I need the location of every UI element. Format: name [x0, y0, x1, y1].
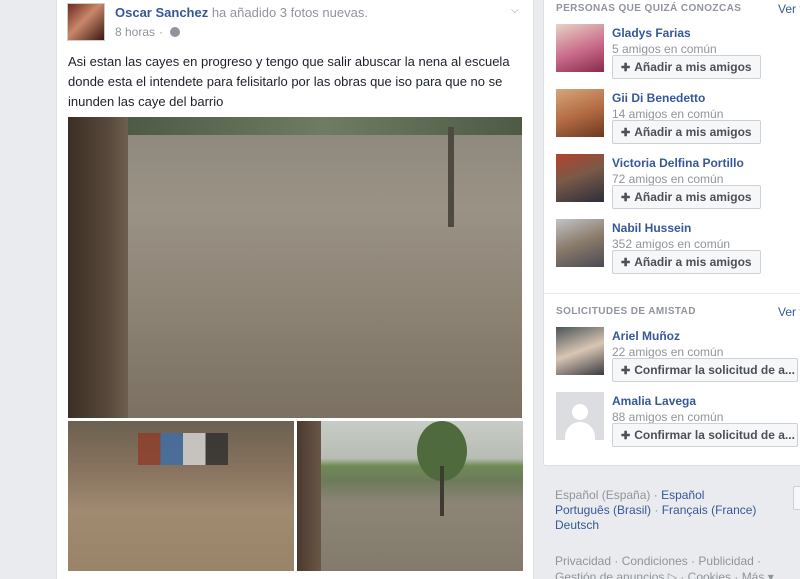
footer-link-ad-choices[interactable]: Gestión de anuncios	[555, 570, 664, 579]
suggestion-name[interactable]: Nabil Hussein	[612, 221, 691, 235]
add-friend-label: Añadir a mis amigos	[634, 60, 752, 74]
post-photo-main[interactable]	[68, 117, 522, 418]
separator: ·	[611, 554, 622, 568]
mutual-friends-count[interactable]: 72 amigos en común	[612, 172, 723, 186]
separator: ·	[676, 570, 688, 579]
separator: ·	[731, 570, 742, 579]
add-friend-icon: ✚	[621, 256, 631, 269]
footer-link-privacy[interactable]: Privacidad	[555, 554, 611, 568]
suggestion-avatar[interactable]	[556, 219, 604, 267]
add-friend-icon: ✚	[621, 364, 631, 377]
mutual-friends-count[interactable]: 88 amigos en común	[612, 410, 723, 424]
footer-link-more[interactable]: Más	[742, 570, 765, 579]
suggestion-name[interactable]: Gladys Farias	[612, 26, 691, 40]
confirm-request-button[interactable]: ✚ Confirmar la solicitud de a...	[612, 358, 798, 382]
suggestion-avatar[interactable]	[556, 89, 604, 137]
people-you-may-know-title: PERSONAS QUE QUIZÁ CONOZCAS	[556, 3, 742, 14]
add-friend-icon: ✚	[621, 191, 631, 204]
add-friend-button[interactable]: ✚ Añadir a mis amigos	[612, 120, 761, 144]
default-avatar-icon	[565, 400, 595, 440]
confirm-request-button[interactable]: ✚ Confirmar la solicitud de a...	[612, 423, 798, 447]
add-friend-button[interactable]: ✚ Añadir a mis amigos	[612, 250, 761, 274]
add-friend-icon: ✚	[621, 61, 631, 74]
post-photo-3[interactable]	[297, 421, 523, 571]
photo-wall-detail	[68, 117, 128, 418]
meta-separator: ·	[159, 25, 164, 39]
suggestion-item: Gii Di Benedetto 14 amigos en común ✚ Aña…	[556, 89, 800, 144]
photo-objects-detail	[138, 433, 228, 465]
friend-requests-title: SOLICITUDES DE AMISTAD	[556, 306, 696, 317]
language-option[interactable]: Français (France)	[662, 503, 757, 517]
language-selector: Español (España) · Español Português (Br…	[543, 474, 800, 536]
language-row-1: Español (España) · Español	[555, 488, 704, 502]
photo-wall-detail	[297, 421, 321, 571]
add-friend-button[interactable]: ✚ Añadir a mis amigos	[612, 55, 761, 79]
friend-request-item: Amalia Lavega 88 amigos en común ✚ Confir…	[556, 392, 800, 447]
mutual-friends-count[interactable]: 352 amigos en común	[612, 237, 730, 251]
right-sidebar: PERSONAS QUE QUIZÁ CONOZCAS Ver t Gladys…	[543, 0, 800, 466]
mutual-friends-count[interactable]: 14 amigos en común	[612, 107, 723, 121]
post-header: Oscar Sanchez ha añadido 3 fotos nuevas.	[115, 5, 368, 20]
footer-link-advertising[interactable]: Publicidad	[698, 554, 753, 568]
add-friend-icon: ✚	[621, 429, 631, 442]
language-option[interactable]: Español	[661, 488, 704, 502]
more-caret-icon[interactable]: ▾	[768, 570, 774, 579]
footer-row-1: Privacidad · Condiciones · Publicidad ·	[555, 553, 800, 569]
confirm-request-label: Confirmar la solicitud de a...	[634, 363, 795, 377]
separator: ·	[687, 554, 699, 568]
post-timestamp[interactable]: 8 horas	[115, 25, 155, 39]
mutual-friends-count[interactable]: 22 amigos en común	[612, 345, 723, 359]
add-friend-label: Añadir a mis amigos	[634, 125, 752, 139]
friend-request-item: Ariel Muñoz 22 amigos en común ✚ Confirma…	[556, 327, 800, 382]
author-avatar[interactable]	[67, 3, 105, 41]
page-footer: Privacidad · Condiciones · Publicidad · …	[555, 553, 800, 579]
requests-see-all-link[interactable]: Ver t	[778, 305, 800, 319]
request-name[interactable]: Amalia Lavega	[612, 394, 696, 408]
ad-choices-icon: ▷	[667, 570, 677, 579]
language-option[interactable]: Deutsch	[555, 518, 599, 532]
more-languages-button[interactable]	[793, 486, 800, 510]
post-photo-2[interactable]	[68, 421, 294, 571]
separator: ·	[650, 488, 662, 502]
language-row-2: Português (Brasil) · Français (France)	[555, 503, 756, 517]
language-option[interactable]: Português (Brasil)	[555, 503, 651, 517]
footer-row-2: Gestión de anuncios ▷ · Cookies · Más ▾	[555, 569, 800, 579]
footer-link-cookies[interactable]: Cookies	[688, 570, 731, 579]
suggestion-name[interactable]: Victoria Delfina Portillo	[612, 156, 744, 170]
news-feed-post: Oscar Sanchez ha añadido 3 fotos nuevas.…	[56, 0, 534, 579]
people-see-all-link[interactable]: Ver t	[778, 2, 800, 16]
confirm-request-label: Confirmar la solicitud de a...	[634, 428, 795, 442]
globe-icon[interactable]	[170, 27, 181, 37]
current-language: Español (España)	[555, 488, 651, 502]
mutual-friends-count[interactable]: 5 amigos en común	[612, 42, 717, 56]
request-avatar[interactable]	[556, 327, 604, 375]
post-action-text: ha añadido 3 fotos nuevas.	[208, 5, 368, 20]
suggestion-item: Victoria Delfina Portillo 72 amigos en c…	[556, 154, 800, 209]
post-body-text: Asi estan las cayes en progreso y tengo …	[68, 54, 510, 109]
post-meta: 8 horas ·	[115, 25, 181, 39]
footer-link-terms[interactable]: Condiciones	[622, 554, 688, 568]
language-row-3: Deutsch	[555, 518, 599, 532]
add-friend-label: Añadir a mis amigos	[634, 255, 752, 269]
author-name-link[interactable]: Oscar Sanchez	[115, 5, 208, 20]
section-divider	[544, 293, 800, 294]
request-avatar[interactable]	[556, 392, 604, 440]
chevron-down-icon[interactable]: ⌵	[511, 5, 521, 16]
suggestion-avatar[interactable]	[556, 154, 604, 202]
request-name[interactable]: Ariel Muñoz	[612, 329, 680, 343]
suggestion-avatar[interactable]	[556, 24, 604, 72]
suggestion-item: Gladys Farias 5 amigos en común ✚ Añadir …	[556, 24, 800, 79]
photo-treeline-detail	[128, 117, 522, 135]
suggestion-name[interactable]: Gii Di Benedetto	[612, 91, 705, 105]
photo-tree-trunk-detail	[440, 466, 444, 516]
separator: ·	[651, 503, 662, 517]
photo-tree-trunk-detail	[448, 127, 454, 227]
add-friend-label: Añadir a mis amigos	[634, 190, 752, 204]
suggestion-item: Nabil Hussein 352 amigos en común ✚ Añadi…	[556, 219, 800, 274]
add-friend-button[interactable]: ✚ Añadir a mis amigos	[612, 185, 761, 209]
separator: ·	[753, 554, 762, 568]
add-friend-icon: ✚	[621, 126, 631, 139]
